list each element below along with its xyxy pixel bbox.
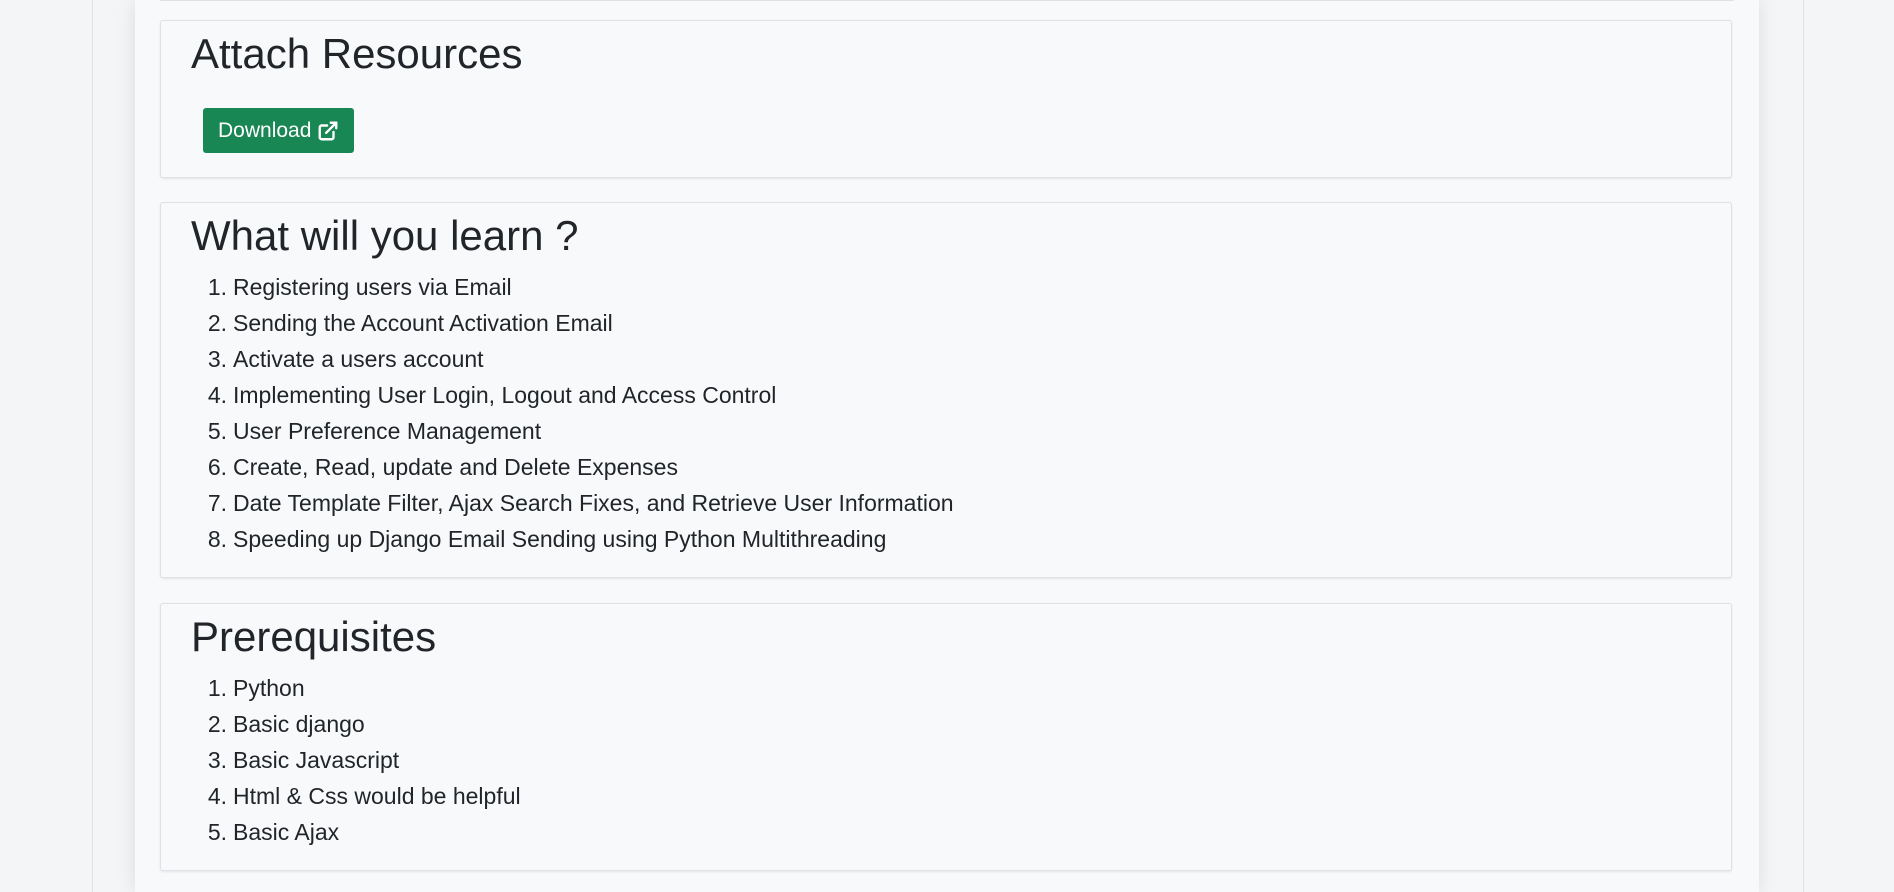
prerequisites-card: Prerequisites 1. Python 2. Basic django 3.…	[160, 603, 1732, 871]
list-item: 6. Create, Read, update and Delete Expens…	[207, 454, 678, 480]
download-button[interactable]: Download	[203, 108, 355, 153]
list-item: 1. Python	[207, 675, 305, 701]
course-content-panel: Attach Resources Download What will you …	[135, 0, 1759, 892]
learn-card: What will you learn ? 1. Registering user…	[160, 202, 1732, 578]
external-link-icon	[317, 120, 339, 142]
list-item: 8. Speeding up Django Email Sending using…	[207, 526, 887, 552]
learn-list: 1. Registering users via Email 2. Sending …	[203, 269, 954, 557]
list-item: 3. Activate a users account	[207, 346, 484, 372]
list-item: 2. Basic django	[207, 711, 365, 737]
prerequisites-title: Prerequisites	[191, 613, 437, 660]
list-item: 3. Basic Javascript	[207, 747, 400, 773]
list-item: 4. Implementing User Login, Logout and Ac…	[207, 382, 777, 408]
divider	[160, 0, 1734, 1]
prerequisites-list: 1. Python 2. Basic django 3. Basic Javascri…	[203, 670, 521, 850]
resources-title: Attach Resources	[191, 30, 523, 77]
list-item: 5. Basic Ajax	[207, 819, 340, 845]
download-button-label: Download	[218, 118, 312, 142]
list-item: 7. Date Template Filter, Ajax Search Fixe…	[207, 490, 954, 516]
resources-card: Attach Resources Download	[160, 20, 1732, 178]
learn-title: What will you learn ?	[191, 212, 579, 259]
list-item: 1. Registering users via Email	[207, 274, 512, 300]
list-item: 4. Html & Css would be helpful	[207, 783, 521, 809]
list-item: 5. User Preference Management	[207, 418, 542, 444]
list-item: 2. Sending the Account Activation Email	[207, 310, 613, 336]
